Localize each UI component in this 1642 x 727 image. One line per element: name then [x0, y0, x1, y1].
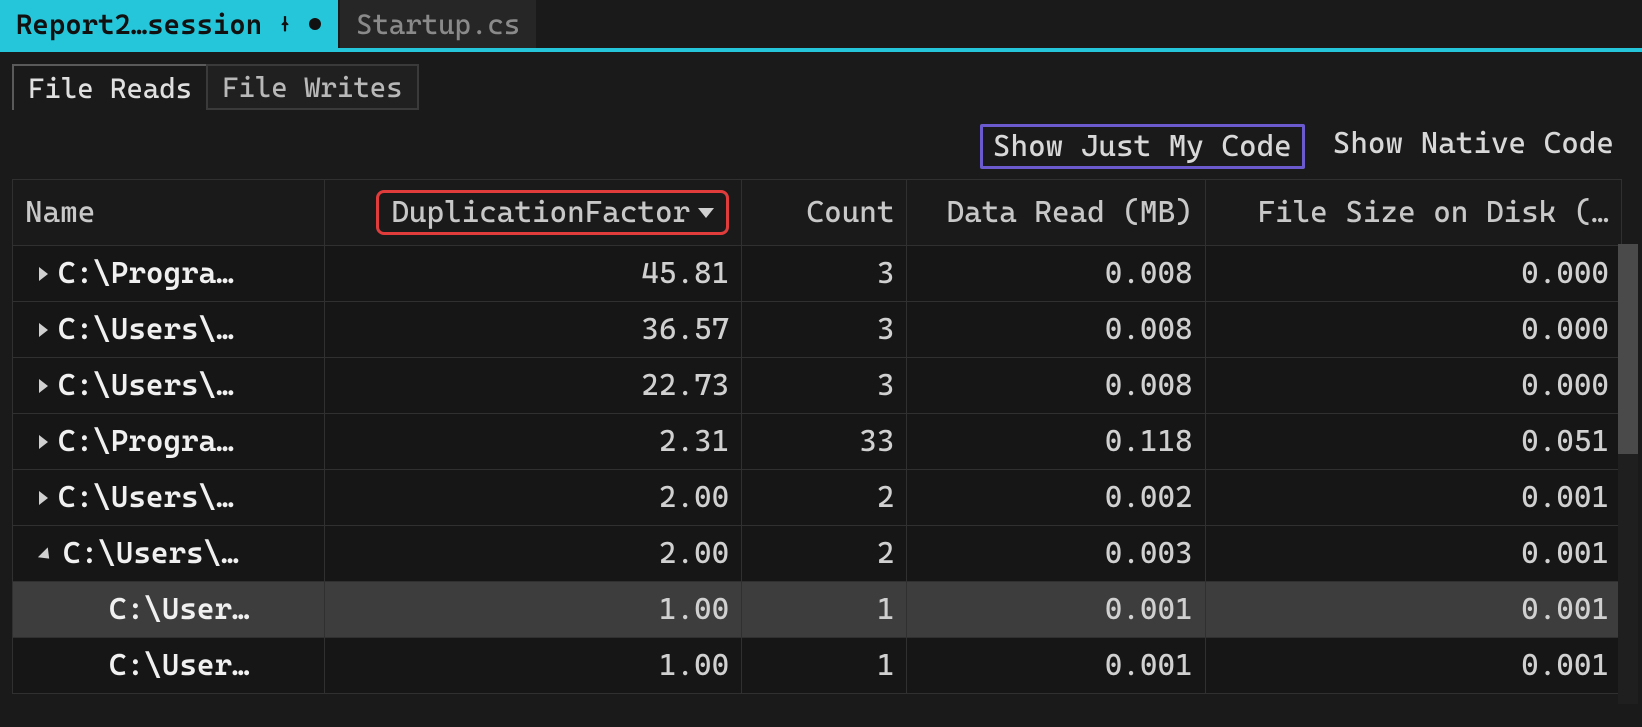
column-header-count[interactable]: Count: [742, 180, 907, 246]
tab-label: File Reads: [28, 72, 192, 105]
column-label: Name: [25, 195, 95, 230]
cell-read: 0.008: [907, 358, 1205, 414]
cell-count: 2: [742, 470, 907, 526]
cell-read: 0.002: [907, 470, 1205, 526]
cell-read: 0.001: [907, 638, 1205, 694]
cell-count: 3: [742, 302, 907, 358]
cell-size: 0.001: [1205, 526, 1621, 582]
cell-dup: 36.57: [324, 302, 741, 358]
column-header-data-read[interactable]: Data Read (MB): [907, 180, 1205, 246]
file-reads-table: Name DuplicationFactor Count Data Read (…: [12, 179, 1622, 694]
table-row[interactable]: C:\Users\… 2.0020.0030.001: [13, 526, 1622, 582]
cell-dup: 2.31: [324, 414, 741, 470]
view-tab-bar: File Reads File Writes: [12, 64, 1630, 110]
table-row[interactable]: C:\User…1.0010.0010.001: [13, 638, 1622, 694]
table-row[interactable]: C:\Users\… 2.0020.0020.001: [13, 470, 1622, 526]
table-row[interactable]: C:\Progra… 2.31330.1180.051: [13, 414, 1622, 470]
column-header-name[interactable]: Name: [13, 180, 325, 246]
table-row[interactable]: C:\Users\… 36.5730.0080.000: [13, 302, 1622, 358]
expand-icon[interactable]: [39, 267, 48, 281]
vertical-scrollbar[interactable]: [1618, 244, 1638, 704]
file-path: C:\Users\…: [58, 480, 234, 515]
file-path: C:\Progra…: [58, 256, 234, 291]
cell-size: 0.001: [1205, 582, 1621, 638]
cell-read: 0.003: [907, 526, 1205, 582]
column-label: File Size on Disk (…: [1257, 195, 1609, 230]
cell-dup: 1.00: [324, 638, 741, 694]
tab-file-reads[interactable]: File Reads: [12, 64, 208, 110]
cell-size: 0.000: [1205, 302, 1621, 358]
file-path: C:\Users\…: [63, 536, 239, 571]
cell-count: 3: [742, 246, 907, 302]
pin-icon[interactable]: [276, 15, 294, 33]
cell-dup: 2.00: [324, 526, 741, 582]
file-path: C:\User…: [109, 648, 250, 683]
column-label: Count: [807, 195, 895, 230]
document-tab-label: Startup.cs: [356, 8, 520, 41]
cell-size: 0.001: [1205, 638, 1621, 694]
cell-size: 0.001: [1205, 470, 1621, 526]
scrollbar-thumb[interactable]: [1618, 244, 1638, 454]
cell-size: 0.051: [1205, 414, 1621, 470]
show-just-my-code-button[interactable]: Show Just My Code: [980, 124, 1305, 169]
cell-read: 0.008: [907, 302, 1205, 358]
column-label: DuplicationFactor: [391, 195, 690, 230]
expand-icon[interactable]: [39, 323, 48, 337]
column-label: Data Read (MB): [947, 195, 1193, 230]
expand-icon[interactable]: [39, 435, 48, 449]
show-native-code-button[interactable]: Show Native Code: [1323, 124, 1624, 169]
table-row[interactable]: C:\Users\… 22.7330.0080.000: [13, 358, 1622, 414]
table-row[interactable]: C:\User…1.0010.0010.001: [13, 582, 1622, 638]
document-tab-label: Report2…session: [16, 8, 262, 41]
tab-file-writes[interactable]: File Writes: [206, 64, 418, 110]
cell-size: 0.000: [1205, 246, 1621, 302]
column-header-file-size[interactable]: File Size on Disk (…: [1205, 180, 1621, 246]
filter-bar: Show Just My Code Show Native Code: [12, 110, 1630, 179]
file-path: C:\Users\…: [58, 368, 234, 403]
expand-icon[interactable]: [39, 491, 48, 505]
table-row[interactable]: C:\Progra… 45.8130.0080.000: [13, 246, 1622, 302]
cell-count: 3: [742, 358, 907, 414]
cell-count: 1: [742, 638, 907, 694]
cell-dup: 1.00: [324, 582, 741, 638]
cell-dup: 22.73: [324, 358, 741, 414]
cell-read: 0.118: [907, 414, 1205, 470]
file-path: C:\Users\…: [58, 312, 234, 347]
column-header-duplication-factor[interactable]: DuplicationFactor: [324, 180, 741, 246]
cell-read: 0.001: [907, 582, 1205, 638]
cell-size: 0.000: [1205, 358, 1621, 414]
modified-dot-icon: [308, 17, 322, 31]
file-path: C:\Progra…: [58, 424, 234, 459]
cell-count: 1: [742, 582, 907, 638]
document-tab-bar: Report2…session Startup.cs: [0, 0, 1642, 52]
document-tab-startup-cs[interactable]: Startup.cs: [340, 0, 538, 48]
cell-count: 33: [742, 414, 907, 470]
collapse-icon[interactable]: [38, 547, 54, 563]
file-path: C:\User…: [109, 592, 250, 627]
sort-descending-icon: [698, 208, 714, 218]
expand-icon[interactable]: [39, 379, 48, 393]
cell-count: 2: [742, 526, 907, 582]
cell-read: 0.008: [907, 246, 1205, 302]
document-tab-report-session[interactable]: Report2…session: [0, 0, 340, 48]
tab-label: File Writes: [222, 71, 402, 104]
cell-dup: 2.00: [324, 470, 741, 526]
cell-dup: 45.81: [324, 246, 741, 302]
